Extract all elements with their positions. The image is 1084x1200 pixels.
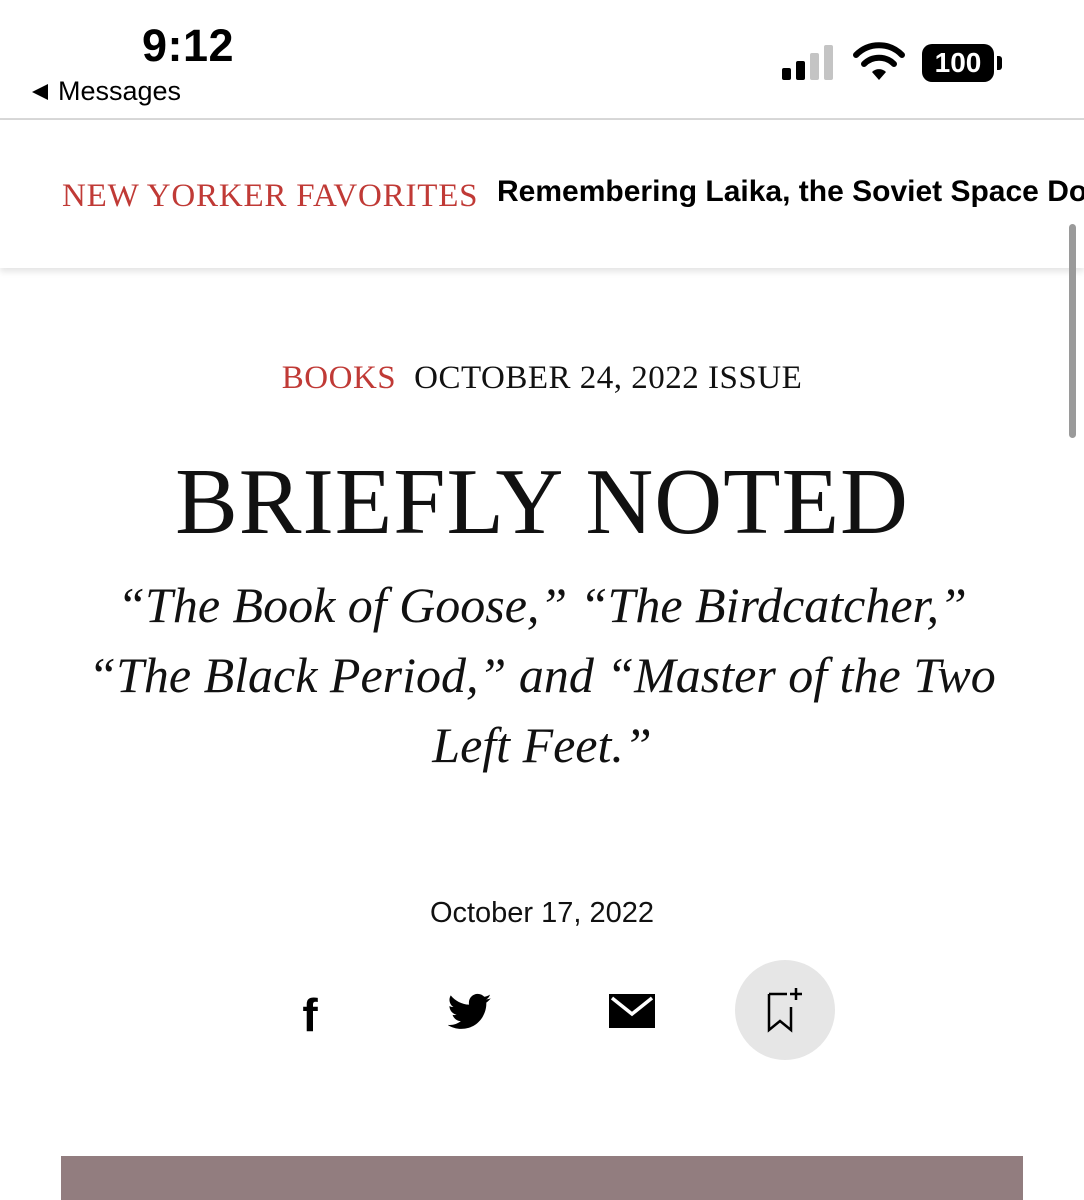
lead-image — [61, 1156, 1023, 1200]
save-article-button[interactable] — [735, 960, 835, 1060]
battery-icon: 100 — [922, 44, 994, 82]
article-title: BRIEFLY NOTED — [175, 450, 909, 554]
facebook-share-button[interactable]: f — [290, 989, 330, 1041]
status-bar: 9:12 Messages 100 — [0, 0, 1084, 118]
email-icon — [609, 994, 655, 1028]
bookmark-add-icon — [767, 988, 802, 1033]
section-link[interactable]: BOOKS — [282, 360, 396, 396]
new-yorker-favorites-link[interactable]: NEW YORKER FAVORITES — [62, 178, 478, 215]
back-to-messages-link[interactable]: Messages — [32, 76, 181, 107]
battery-level: 100 — [934, 47, 982, 78]
facebook-icon: f — [302, 989, 318, 1041]
publish-date: October 17, 2022 — [429, 897, 655, 929]
email-share-button[interactable] — [609, 994, 655, 1028]
issue-link[interactable]: OCTOBER 24, 2022 ISSUE — [414, 360, 802, 396]
back-arrow-icon — [32, 83, 48, 100]
status-time: 9:12 — [142, 20, 235, 71]
article-dek: “The Book of Goose,” “The Birdcatcher,” … — [88, 577, 996, 773]
wifi-icon — [853, 42, 905, 80]
twitter-icon — [448, 993, 492, 1029]
share-bar: f — [0, 960, 1084, 1060]
battery-indicator: 100 — [922, 44, 1004, 82]
battery-cap — [997, 56, 1002, 70]
article-rubric: BOOKS OCTOBER 24, 2022 ISSUE — [0, 360, 1084, 397]
back-label: Messages — [58, 76, 182, 106]
featured-headline-link[interactable]: Remembering Laika, the Soviet Space Dog — [497, 175, 1084, 209]
twitter-share-button[interactable] — [448, 992, 492, 1032]
scrollbar[interactable] — [1069, 224, 1076, 438]
cellular-signal-icon — [782, 45, 833, 80]
article-page: 9:12 Messages 100 NEW YORKER FAVORITES R… — [0, 0, 1084, 1200]
